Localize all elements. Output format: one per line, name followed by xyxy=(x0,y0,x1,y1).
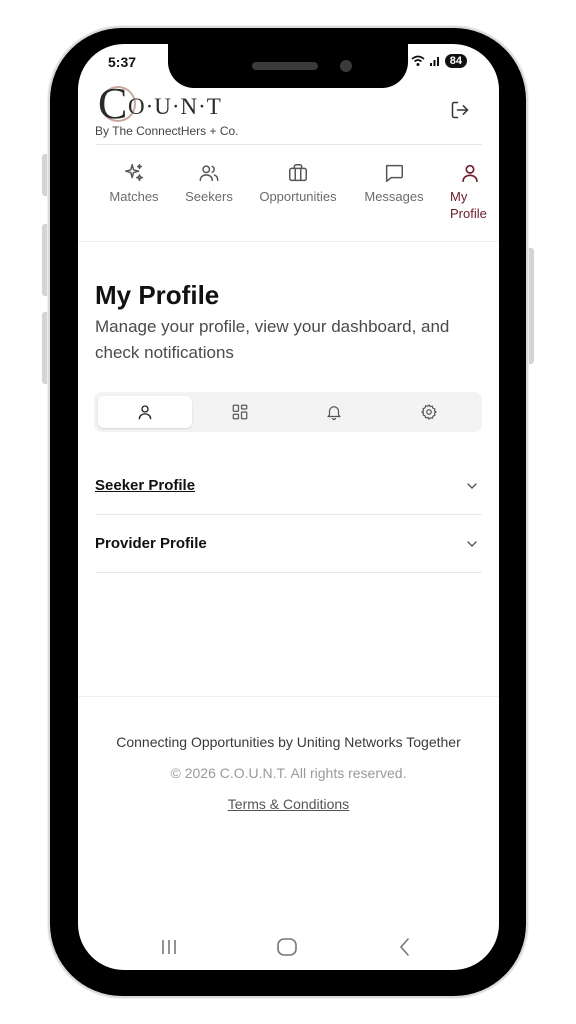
accordion-seeker-profile[interactable]: Seeker Profile xyxy=(95,457,482,515)
terms-link[interactable]: Terms & Conditions xyxy=(228,796,349,812)
user-icon xyxy=(138,405,152,420)
nav-label-matches: Matches xyxy=(109,189,159,204)
speaker-grille xyxy=(252,62,318,70)
front-camera xyxy=(340,60,352,72)
header-divider xyxy=(96,144,482,145)
phone-volume-down-button xyxy=(42,312,50,384)
nav-item-messages[interactable]: Messages xyxy=(362,156,426,205)
chevron-down-icon xyxy=(467,483,477,489)
page-title: My Profile xyxy=(95,280,220,310)
nav-label-opportunities: Opportunities xyxy=(259,189,337,204)
tab-notifications[interactable] xyxy=(287,396,381,428)
nav-label-messages: Messages xyxy=(364,189,424,204)
signal-icon xyxy=(429,57,439,66)
tab-settings[interactable] xyxy=(382,396,476,428)
user-icon xyxy=(462,164,478,183)
main-nav: Matches Seekers Opportunities Messages M… xyxy=(78,156,499,242)
accordion-label-seeker: Seeker Profile xyxy=(95,477,196,494)
app-screen: 5:37 84 C O·U·N·T By The ConnectHers + C… xyxy=(78,44,499,970)
phone-power-button xyxy=(526,248,534,364)
accordion-label-provider: Provider Profile xyxy=(95,535,207,552)
nav-item-opportunities[interactable]: Opportunities xyxy=(258,156,338,205)
footer-divider xyxy=(78,696,499,697)
nav-item-matches[interactable]: Matches xyxy=(106,156,162,205)
accordion-provider-profile[interactable]: Provider Profile xyxy=(95,515,482,573)
chevron-down-icon xyxy=(467,541,477,547)
logout-icon[interactable] xyxy=(450,100,470,120)
nav-label-profile: Profile xyxy=(450,206,487,221)
nav-item-seekers[interactable]: Seekers xyxy=(182,156,236,205)
phone-volume-up-button xyxy=(42,224,50,296)
phone-side-button xyxy=(42,154,50,196)
recent-apps-icon[interactable] xyxy=(156,934,182,960)
logo-wordmark: O·U·N·T xyxy=(128,94,222,119)
dashboard-icon xyxy=(232,404,248,420)
nav-divider xyxy=(78,241,499,242)
app-header: C O·U·N·T By The ConnectHers + Co. xyxy=(78,79,499,144)
nav-label-seekers: Seekers xyxy=(185,189,233,204)
status-time: 5:37 xyxy=(108,54,137,70)
footer-copyright: © 2026 C.O.U.N.T. All rights reserved. xyxy=(170,765,407,781)
nav-label-my: My xyxy=(450,189,468,204)
users-icon xyxy=(199,165,219,182)
back-icon[interactable] xyxy=(392,934,418,960)
footer-tagline: Connecting Opportunities by Uniting Netw… xyxy=(116,734,461,750)
bell-icon xyxy=(327,406,341,421)
tab-profile[interactable] xyxy=(98,396,192,428)
sparkles-icon xyxy=(125,164,143,182)
footer-terms-wrap: Terms & Conditions xyxy=(78,796,499,812)
tab-dashboard[interactable] xyxy=(193,396,287,428)
battery-icon: 84 xyxy=(444,54,467,68)
page-subtitle: Manage your profile, view your dashboard… xyxy=(95,317,450,362)
message-icon xyxy=(385,164,403,182)
wifi-icon xyxy=(411,55,425,66)
nav-item-my-profile[interactable]: My Profile xyxy=(450,156,490,222)
status-icons: 84 xyxy=(411,54,467,68)
home-icon[interactable] xyxy=(274,934,300,960)
profile-tabs xyxy=(94,392,482,432)
brand-tagline: By The ConnectHers + Co. xyxy=(95,124,239,138)
logo-initial: C xyxy=(98,79,128,128)
gear-icon xyxy=(421,404,437,420)
briefcase-icon xyxy=(289,164,307,182)
system-nav-bar xyxy=(78,928,499,970)
